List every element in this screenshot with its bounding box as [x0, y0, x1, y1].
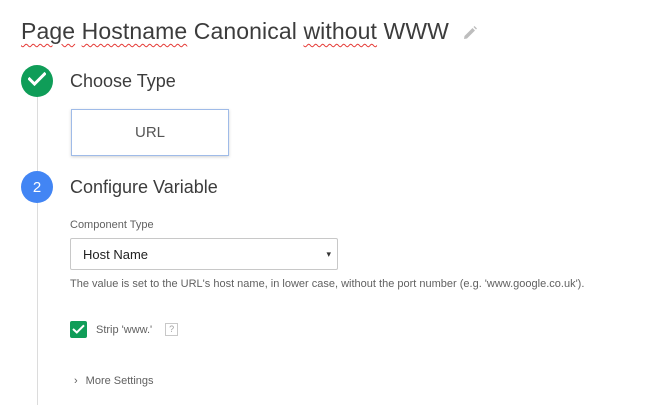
variable-type-card[interactable]: URL [71, 109, 229, 156]
title-word: Hostname [81, 18, 188, 44]
strip-www-label[interactable]: Strip 'www.' [96, 324, 152, 336]
more-settings-label: More Settings [85, 375, 154, 387]
checkmark-icon [72, 321, 85, 339]
title-word: without [303, 18, 378, 44]
title-word: Page [21, 18, 76, 44]
strip-www-checkbox[interactable] [70, 321, 87, 338]
component-helper-text: The value is set to the URL's host name,… [70, 278, 585, 290]
more-settings-toggle[interactable]: › More Settings [74, 375, 154, 387]
pencil-icon[interactable] [463, 26, 477, 40]
variable-title[interactable]: Page Hostname Canonical without WWW [21, 16, 449, 46]
component-type-select[interactable]: Host Name ▾ [70, 238, 338, 270]
chevron-right-icon: › [74, 375, 78, 387]
component-type-value: Host Name [83, 246, 149, 262]
step2-title: Configure Variable [70, 177, 218, 197]
component-type-label: Component Type [70, 219, 154, 231]
title-word: WWW [383, 18, 449, 44]
step-timeline-line [37, 96, 38, 405]
step1-complete-badge [21, 65, 53, 97]
step2-number: 2 [32, 178, 42, 196]
title-word: Canonical [193, 18, 297, 44]
step1-title: Choose Type [70, 71, 176, 91]
variable-editor: Page Hostname Canonical without WWW Choo… [0, 0, 663, 405]
dropdown-arrow-icon: ▾ [326, 249, 331, 259]
title-row: Page Hostname Canonical without WWW [21, 16, 477, 46]
help-icon[interactable]: ? [165, 323, 179, 336]
check-icon [27, 71, 47, 90]
strip-www-row: Strip 'www.' ? [70, 321, 179, 338]
variable-type-label: URL [134, 124, 165, 141]
step2-number-badge: 2 [21, 171, 53, 203]
